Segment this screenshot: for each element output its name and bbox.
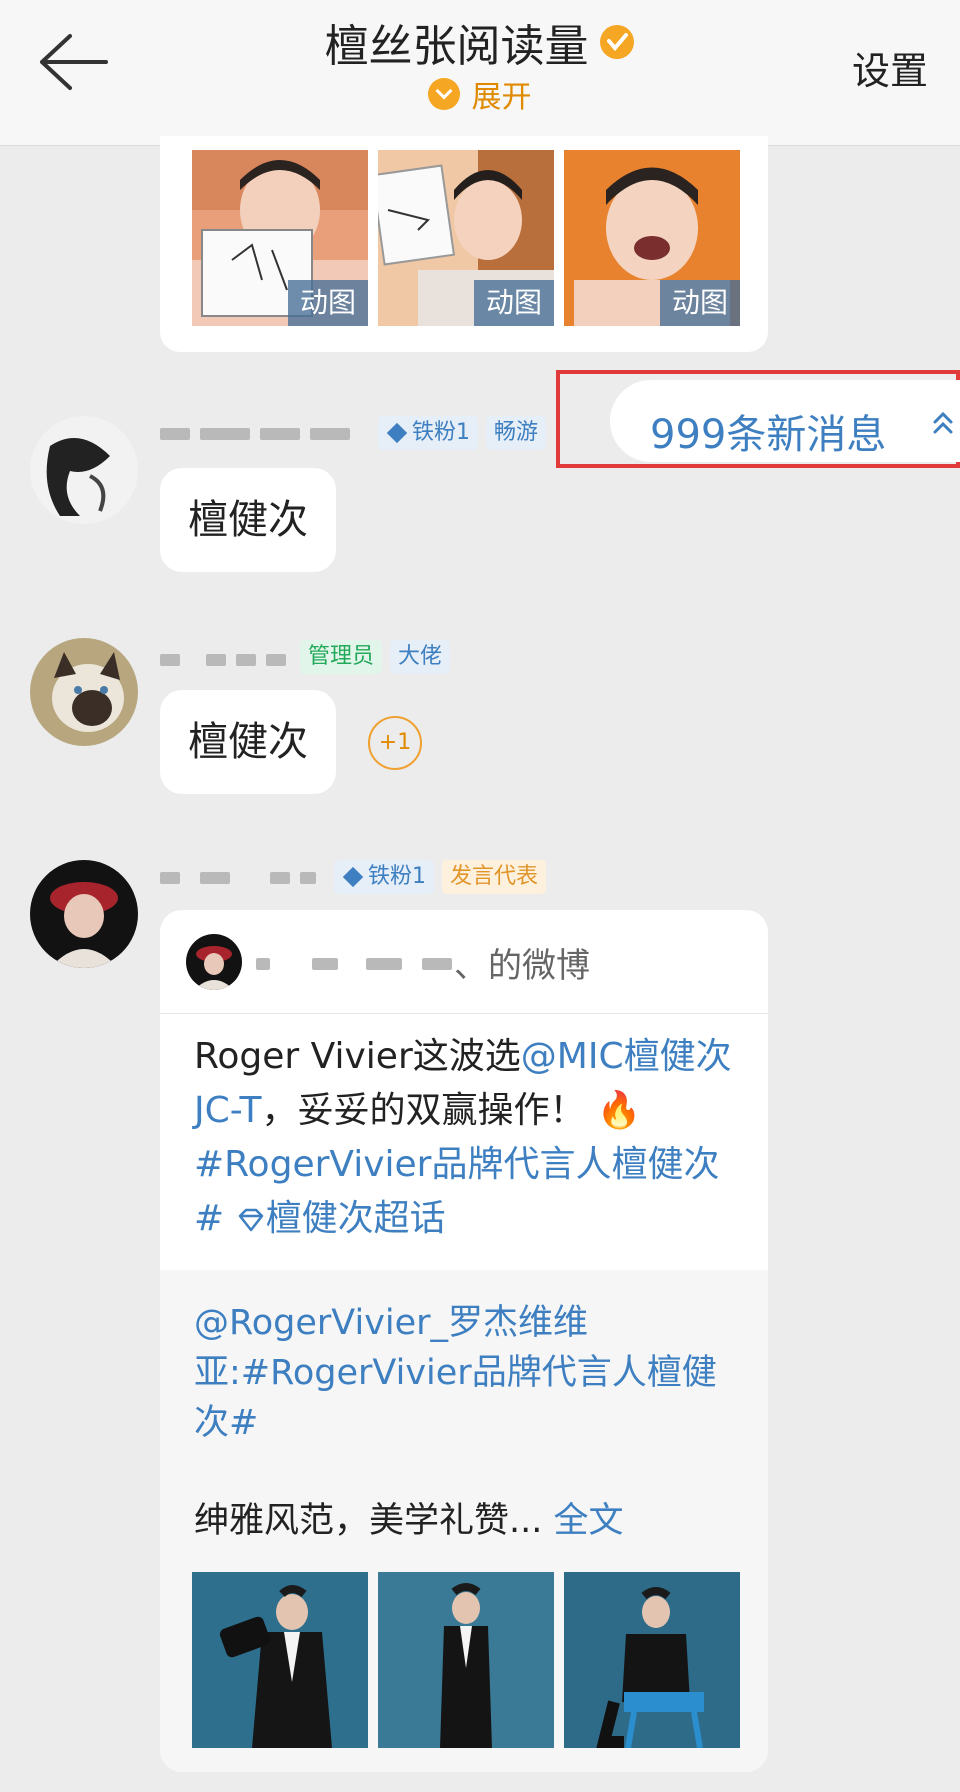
supertopic-diamond-icon	[238, 1208, 263, 1232]
summary-text: 绅雅风范，美学礼赞...	[194, 1501, 543, 1541]
full-text-link[interactable]: 全文	[554, 1501, 624, 1541]
role-badge: 大佬	[390, 640, 451, 674]
new-messages-highlight: 999条新消息	[556, 370, 960, 468]
page-title: 檀丝张阅读量	[324, 21, 589, 72]
username-blurred	[160, 422, 360, 444]
fan-level-badge: 铁粉1	[378, 416, 478, 450]
chevron-up-double-icon	[933, 411, 953, 434]
post-text-prefix: Roger Vivier这波选	[194, 1036, 521, 1077]
new-messages-button[interactable]: 999条新消息	[610, 380, 960, 462]
post-text-mid: ，妥妥的双赢操作！	[261, 1090, 586, 1131]
chat-header: 檀丝张阅读量 展开 设置	[0, 0, 960, 146]
role-badge: 畅游	[486, 416, 547, 450]
quoted-summary: 绅雅风范，美学礼赞... 全文	[194, 1492, 624, 1543]
avatar-image	[30, 416, 138, 524]
message-bubble[interactable]: 檀健次	[160, 690, 336, 794]
quoted-hashtag-link[interactable]: :#RogerVivier品牌代言人檀健次#	[194, 1353, 717, 1443]
weibo-source-label: 、的微博	[454, 946, 590, 986]
verified-badge-icon	[599, 25, 634, 59]
quoted-weibo-text: @RogerVivier_罗杰维维亚:#RogerVivier品牌代言人檀健次#	[194, 1298, 744, 1448]
expand-toggle[interactable]: 展开	[0, 72, 960, 116]
plus-one-button[interactable]: +1	[368, 716, 422, 770]
photo-image	[564, 1572, 740, 1748]
avatar[interactable]	[30, 416, 138, 524]
avatar-image	[30, 638, 138, 746]
username-blurred	[160, 648, 290, 670]
gif-badge: 动图	[288, 280, 368, 326]
avatar[interactable]	[30, 638, 138, 746]
weibo-post-text: Roger Vivier这波选@MIC檀健次JC-T，妥妥的双赢操作！ 🔥#Ro…	[194, 1030, 744, 1246]
supertopic-link[interactable]: 檀健次超话	[266, 1198, 446, 1239]
settings-button[interactable]: 设置	[852, 40, 928, 95]
quoted-weibo[interactable]: @RogerVivier_罗杰维维亚:#RogerVivier品牌代言人檀健次#…	[160, 1270, 768, 1772]
fan-level-badge: 铁粉1	[334, 860, 434, 894]
gif-badge: 动图	[474, 280, 554, 326]
new-messages-label: 999条新消息	[650, 412, 887, 458]
photo-image	[192, 1572, 368, 1748]
chevron-down-icon	[428, 78, 461, 110]
weibo-card-header: 、的微博	[160, 910, 768, 1014]
page-title-area: 檀丝张阅读量	[0, 10, 960, 74]
avatar	[186, 934, 242, 990]
username-blurred	[160, 866, 320, 888]
avatar[interactable]	[30, 860, 138, 968]
gif-message-card: 动图 动图 动图	[160, 136, 768, 352]
role-badge: 发言代表	[442, 860, 547, 894]
photo-thumbnail[interactable]	[378, 1572, 554, 1748]
expand-label: 展开	[471, 80, 532, 115]
avatar-image	[186, 934, 242, 990]
photo-thumbnail[interactable]	[192, 1572, 368, 1748]
avatar-image	[30, 860, 138, 968]
gif-thumbnail[interactable]: 动图	[564, 150, 740, 326]
fire-icon: 🔥	[596, 1090, 642, 1131]
admin-badge: 管理员	[300, 640, 383, 674]
username-blurred	[256, 952, 452, 974]
gif-thumbnail[interactable]: 动图	[378, 150, 554, 326]
gif-badge: 动图	[660, 280, 740, 326]
photo-image	[378, 1572, 554, 1748]
photo-thumbnail[interactable]	[564, 1572, 740, 1748]
message-bubble[interactable]: 檀健次	[160, 468, 336, 572]
gif-thumbnail[interactable]: 动图	[192, 150, 368, 326]
weibo-share-card[interactable]: 、的微博 Roger Vivier这波选@MIC檀健次JC-T，妥妥的双赢操作！…	[160, 910, 768, 1772]
